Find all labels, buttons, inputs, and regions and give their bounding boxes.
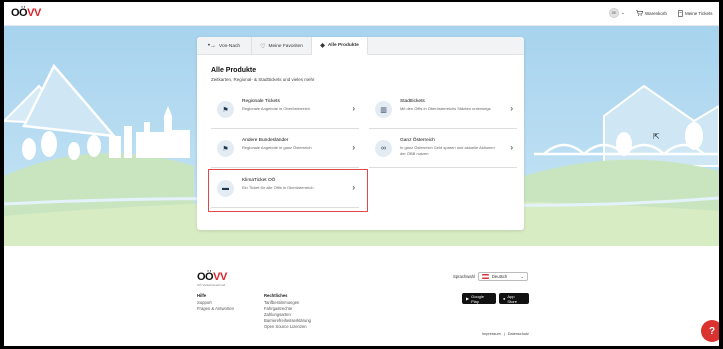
help-button[interactable]: ? [701,320,719,342]
product-description: In ganz Österreich Geld sparen und aktue… [400,145,495,156]
footer-logo-subtitle: OÖ Verkehrsverbund [197,283,226,287]
language-menu[interactable]: DE ⌄ [609,8,625,18]
language-select[interactable]: Deutsch ⌄ [477,272,528,281]
google-play-badge[interactable]: ▶ Google Play [462,293,496,304]
chevron-right-icon: › [510,143,513,152]
product-stadttickets[interactable]: ▥ Stadttickets Mit den Öffis in Oberöste… [369,95,517,129]
product-description: Ein Ticket für alle Öffis in Oberösterre… [242,185,314,190]
chevron-right-icon: › [352,183,355,192]
browser-viewport: OÖVV DE ⌄ Warenkorb Meine Tickets •→ Von… [4,2,719,346]
chevron-down-icon: ⌄ [621,10,625,15]
impressum-link[interactable]: Impressum [482,332,501,336]
train-icon: ∞ [375,140,392,157]
footer-heading: Hilfe [197,293,207,298]
footer-legal-column: Rechtliches Tarifbestimmungen Fahrgastre… [264,293,311,330]
my-tickets-link[interactable]: Meine Tickets [678,10,713,17]
footer-link-lizenzen[interactable]: Open Source Lizenzen [264,324,311,330]
tab-bar: •→ Von-Nach ♡ Meine Favoriten ◆ Alle Pro… [197,37,524,55]
chevron-right-icon: › [510,104,513,113]
footer-link-faq[interactable]: Fragen & Antworten [197,306,234,312]
top-navigation-bar: OÖVV DE ⌄ Warenkorb Meine Tickets [4,2,719,26]
product-title: Ganz Österreich [400,138,435,143]
product-ganz-oesterreich[interactable]: ∞ Ganz Österreich In ganz Österreich Gel… [369,134,517,168]
product-regionale-tickets[interactable]: ⚑ Regionale Tickets Regionale Angebote i… [211,95,359,129]
footer-legal-links: Impressum | Datenschutz [482,332,529,336]
footer: OÖVV OÖ Verkehrsverbund Hilfe Support Fr… [4,246,719,346]
link-separator: | [503,332,505,336]
datenschutz-link[interactable]: Datenschutz [508,332,529,336]
product-card: •→ Von-Nach ♡ Meine Favoriten ◆ Alle Pro… [197,37,524,230]
cart-icon [636,10,643,16]
tab-von-nach[interactable]: •→ Von-Nach [197,37,252,55]
ticket-icon [678,10,683,17]
apple-icon: ● [503,296,506,301]
card-icon: ▬ [217,180,234,197]
page-title: Alle Produkte [211,67,257,74]
oovv-logo[interactable]: OÖVV [11,7,41,19]
tab-alle-produkte[interactable]: ◆ Alle Produkte [312,37,368,55]
footer-logo[interactable]: OÖVV [197,271,227,283]
page-subtitle: Zeitkarten, Regional- & Stadttickets und… [211,77,315,82]
austria-flag-icon [481,274,489,279]
product-title: Regionale Tickets [242,99,280,104]
language-badge: DE [609,8,619,18]
product-description: Mit den Öffis in Oberösterreichs Städten… [400,106,491,111]
mouse-cursor-icon: ⇱ [653,132,660,141]
signpost-icon: ⚑ [217,140,234,157]
chevron-right-icon: › [352,104,355,113]
play-icon: ▶ [466,296,470,301]
product-description: Regionale Angebote in Oberösterreich [242,106,310,111]
city-icon: ▥ [375,101,392,118]
language-label: Sprachwahl [453,274,475,279]
product-title: Stadttickets [400,99,425,104]
product-title: KlimaTicket OÖ [242,178,276,183]
cart-link[interactable]: Warenkorb [636,10,667,16]
language-selector: Sprachwahl Deutsch ⌄ [453,272,528,281]
app-store-badge[interactable]: ● App Store [499,293,529,304]
footer-heading: Rechtliches [264,293,288,298]
chevron-down-icon: ⌄ [520,274,524,279]
product-klimaticket-ooe[interactable]: ▬ KlimaTicket OÖ Ein Ticket für alle Öff… [211,174,359,208]
heart-icon: ♡ [260,43,266,50]
product-andere-bundeslaender[interactable]: ⚑ Andere Bundesländer Regionale Angebote… [211,134,359,168]
chevron-right-icon: › [352,143,355,152]
tab-meine-favoriten[interactable]: ♡ Meine Favoriten [252,37,312,55]
product-title: Andere Bundesländer [242,138,289,143]
product-description: Regionale Angebote in ganz Österreich [242,145,312,150]
route-icon: •→ [207,43,217,49]
signpost-icon: ⚑ [217,101,234,118]
footer-help-column: Hilfe Support Fragen & Antworten [197,293,234,312]
tag-icon: ◆ [320,43,325,49]
